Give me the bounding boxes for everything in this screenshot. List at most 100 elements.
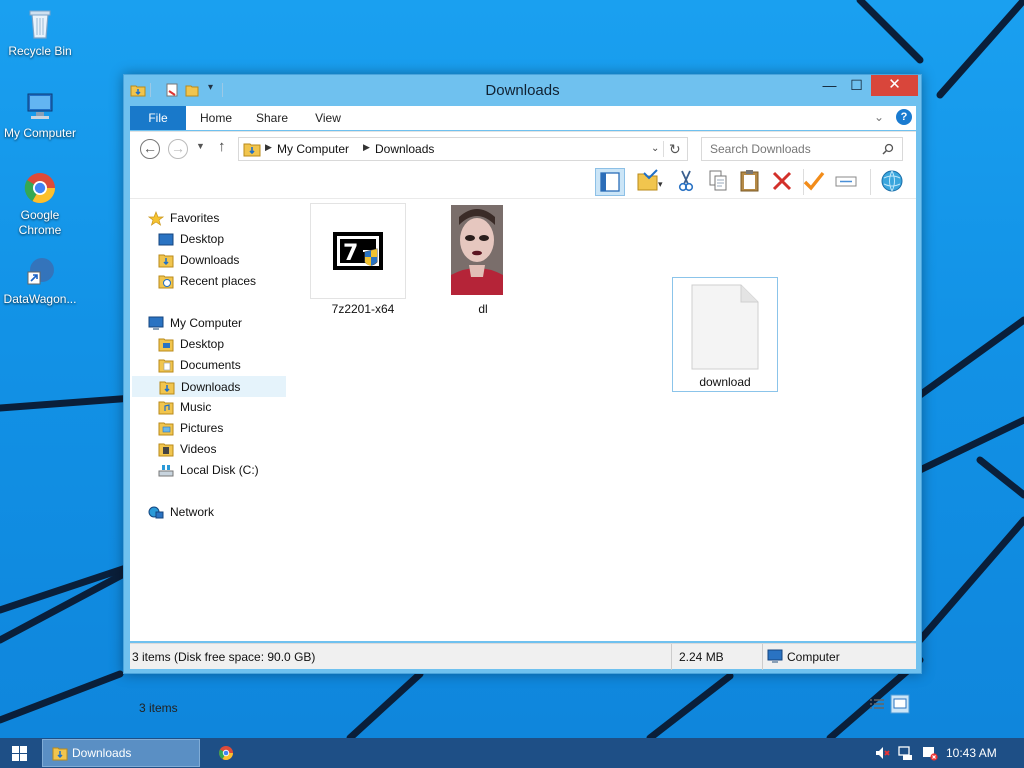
close-button[interactable]: ✕ xyxy=(871,75,918,96)
details-view-icon[interactable] xyxy=(868,696,886,714)
desktop-icon-my-computer[interactable]: My Computer xyxy=(0,88,80,141)
computer-icon xyxy=(22,88,58,124)
nav-favorites[interactable]: Favorites xyxy=(132,208,286,229)
folder-check-icon: ▾ xyxy=(637,169,663,191)
volume-muted-icon[interactable] xyxy=(874,745,890,761)
rename-icon xyxy=(835,176,857,187)
file-name: dl xyxy=(478,302,488,316)
maximize-button[interactable]: ☐ xyxy=(843,75,870,96)
nav-favorites-downloads[interactable]: Downloads xyxy=(132,250,286,271)
search-input[interactable] xyxy=(701,137,903,161)
nav-label: Network xyxy=(170,505,215,519)
image-thumbnail xyxy=(451,205,503,295)
rename-confirm-button[interactable] xyxy=(800,168,830,196)
nav-computer-music[interactable]: Music xyxy=(132,397,286,418)
address-divider xyxy=(663,141,664,157)
globe-button[interactable] xyxy=(878,168,908,196)
globe-icon xyxy=(881,170,903,192)
nav-computer-pictures[interactable]: Pictures xyxy=(132,418,286,439)
up-button[interactable]: ↑ xyxy=(218,138,226,155)
nav-label: Favorites xyxy=(170,211,220,225)
desktop-icon-label: DataWagon... xyxy=(3,292,77,306)
nav-network[interactable]: Network xyxy=(132,502,286,523)
computer-icon xyxy=(148,316,164,330)
nav-label: Local Disk (C:) xyxy=(180,463,259,477)
taskbar-explorer-button[interactable]: Downloads xyxy=(42,739,200,767)
downloads-folder-icon xyxy=(52,747,68,761)
search-icon[interactable] xyxy=(882,143,894,155)
pictures-folder-icon xyxy=(158,422,174,436)
tab-view[interactable]: View xyxy=(302,106,354,130)
nav-my-computer[interactable]: My Computer xyxy=(132,313,286,334)
nav-label: My Computer xyxy=(170,316,243,330)
nav-label: Downloads xyxy=(180,253,240,267)
clipboard-icon xyxy=(740,170,759,192)
nav-favorites-desktop[interactable]: Desktop xyxy=(132,229,286,250)
nav-label: Downloads xyxy=(181,380,241,394)
desktop-icon-google-chrome[interactable]: Google Chrome xyxy=(0,170,80,238)
recent-locations-button[interactable]: ▼ xyxy=(196,141,205,151)
downloads-folder-icon xyxy=(159,381,175,395)
delete-x-icon xyxy=(772,171,792,191)
tab-home[interactable]: Home xyxy=(190,106,242,130)
nav-computer-desktop[interactable]: Desktop xyxy=(132,334,286,355)
help-icon[interactable]: ? xyxy=(896,109,912,125)
desktop-icon-label: My Computer xyxy=(3,126,77,140)
taskbar: Downloads 10:43 AM xyxy=(0,738,1024,768)
copy-icon xyxy=(709,170,727,191)
folder-options-button[interactable]: ▾ xyxy=(635,168,665,196)
delete-button[interactable] xyxy=(768,168,798,196)
nav-label: Desktop xyxy=(180,337,225,351)
rename-button[interactable] xyxy=(832,168,862,196)
desktop-icon xyxy=(158,233,174,246)
back-button[interactable]: ← xyxy=(140,139,160,159)
nav-computer-downloads[interactable]: Downloads xyxy=(132,376,286,397)
tab-share[interactable]: Share xyxy=(246,106,298,130)
address-dropdown-icon[interactable]: ⌄ xyxy=(651,143,659,154)
preview-pane-button[interactable] xyxy=(595,168,625,196)
action-center-icon[interactable] xyxy=(922,745,938,761)
nav-label: Desktop xyxy=(180,232,225,246)
taskbar-clock[interactable]: 10:43 AM xyxy=(946,746,997,760)
drive-icon xyxy=(158,465,174,477)
taskbar-window-label: Downloads xyxy=(72,746,132,760)
minimize-button[interactable]: — xyxy=(816,75,843,96)
breadcrumb-separator-icon[interactable]: ▶ xyxy=(363,142,370,153)
forward-button[interactable]: → xyxy=(168,139,188,159)
chrome-icon xyxy=(219,746,233,760)
large-icons-view-icon[interactable] xyxy=(890,694,910,714)
status-size: 2.24 MB xyxy=(679,650,724,664)
desktop-icon-label: Recycle Bin xyxy=(8,44,72,58)
file-item[interactable]: 7 7z2201-x64 xyxy=(310,203,416,318)
network-tray-icon[interactable] xyxy=(898,745,914,761)
address-bar[interactable]: ▶ My Computer ▶ Downloads ⌄ ↻ xyxy=(238,137,688,161)
paste-button[interactable] xyxy=(736,168,766,196)
expand-ribbon-icon[interactable]: ⌄ xyxy=(874,110,884,124)
command-toolbar: ▾ xyxy=(130,165,916,199)
ribbon-tabs: File Home Share View ⌄ ? xyxy=(130,106,916,130)
file-item-selected[interactable]: download xyxy=(672,277,778,392)
breadcrumb-my-computer[interactable]: My Computer xyxy=(277,142,349,156)
breadcrumb-separator-icon[interactable]: ▶ xyxy=(265,142,272,153)
file-item[interactable]: dl xyxy=(430,203,536,318)
blank-document-icon xyxy=(691,284,759,370)
nav-favorites-recent-places[interactable]: Recent places xyxy=(132,271,286,292)
music-folder-icon xyxy=(158,401,174,415)
cut-button[interactable] xyxy=(672,168,702,196)
items-count: 3 items xyxy=(139,701,178,715)
nav-computer-documents[interactable]: Documents xyxy=(132,355,286,376)
desktop-icon-datawagon[interactable]: DataWagon... xyxy=(0,254,80,307)
refresh-icon[interactable]: ↻ xyxy=(669,141,681,158)
breadcrumb-downloads[interactable]: Downloads xyxy=(375,142,434,156)
nav-computer-local-disk[interactable]: Local Disk (C:) xyxy=(132,460,286,481)
taskbar-chrome-button[interactable] xyxy=(206,739,246,767)
desktop-icon-recycle-bin[interactable]: Recycle Bin xyxy=(0,6,80,59)
nav-label: Pictures xyxy=(180,421,224,435)
downloads-folder-icon xyxy=(158,254,174,268)
title-bar[interactable]: ▾ Downloads — ☐ ✕ xyxy=(124,75,921,105)
toolbar-divider xyxy=(870,169,871,195)
nav-computer-videos[interactable]: Videos xyxy=(132,439,286,460)
copy-button[interactable] xyxy=(704,168,734,196)
start-button[interactable] xyxy=(0,738,40,768)
tab-file[interactable]: File xyxy=(130,106,186,130)
